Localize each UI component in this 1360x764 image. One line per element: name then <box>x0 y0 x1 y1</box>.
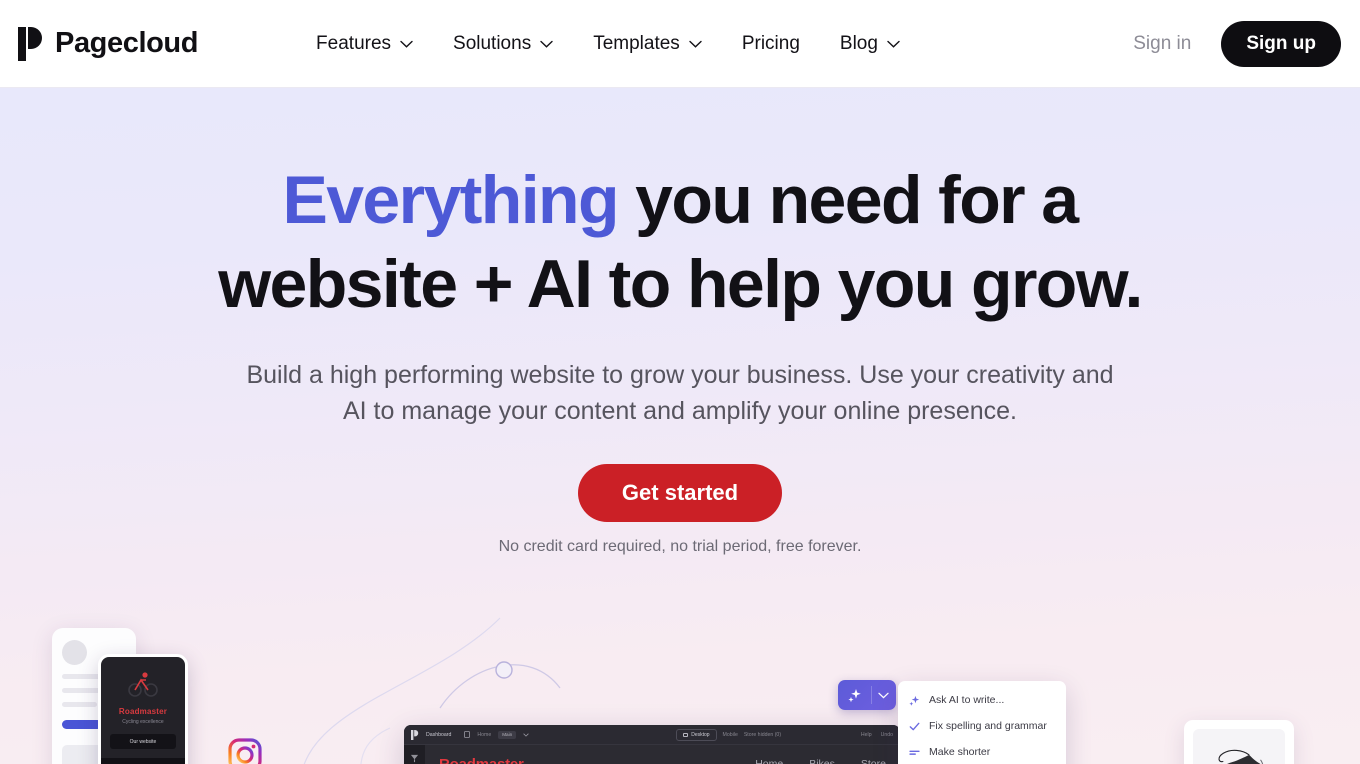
device-desktop-button[interactable]: Desktop <box>676 728 717 741</box>
page-icon <box>464 731 471 738</box>
device-mobile-button[interactable]: Mobile <box>723 732 738 738</box>
ai-menu-item-fix-spelling-and-grammar[interactable]: Fix spelling and grammar <box>898 713 1066 739</box>
ai-actions-dropdown: Ask AI to write... Fix spelling and gram… <box>898 681 1066 764</box>
ai-menu-label: Make shorter <box>929 746 991 758</box>
ai-menu-label: Ask AI to write... <box>929 694 1005 706</box>
primary-nav-links: Features Solutions Templates Pricing Blo… <box>316 33 900 55</box>
ai-menu-item-ask-ai-to-write[interactable]: Ask AI to write... <box>898 687 1066 713</box>
sparkles-icon <box>909 695 920 706</box>
editor-help-button[interactable]: Help <box>861 732 872 738</box>
headline-line1-rest: you need for a <box>617 162 1079 238</box>
device-desktop-label: Desktop <box>691 731 710 738</box>
pages-icon[interactable] <box>410 754 419 763</box>
chevron-down-icon[interactable] <box>523 732 529 737</box>
mock-site-brand: Roadmaster <box>439 755 524 764</box>
phone-tagline: Cycling excellence <box>122 719 164 725</box>
store-status-label: Store hidden (0) <box>743 731 782 738</box>
instagram-icon[interactable] <box>228 738 262 764</box>
placeholder-line <box>62 702 98 707</box>
ai-menu-item-make-shorter[interactable]: Make shorter <box>898 739 1066 764</box>
top-navigation-bar: Pagecloud Features Solutions Templates P… <box>0 0 1360 88</box>
chevron-down-icon <box>540 40 553 48</box>
get-started-button[interactable]: Get started <box>577 463 783 522</box>
sneaker-image-icon <box>1217 749 1263 764</box>
nav-label-pricing: Pricing <box>741 32 800 54</box>
pagecloud-p-logo-icon <box>411 729 419 740</box>
sign-up-button[interactable]: Sign up <box>1221 20 1341 67</box>
nav-item-pricing[interactable]: Pricing <box>742 33 800 55</box>
editor-device-switcher: Desktop Mobile Store hidden (0) <box>676 728 782 741</box>
website-editor-mockup: Dashboard Home Main Desktop Mobile Store… <box>404 725 900 764</box>
editor-toolbar: Dashboard Home Main Desktop Mobile Store… <box>404 725 900 745</box>
hero-copy-block: Everything you need for a website + AI t… <box>0 88 1360 556</box>
chevron-down-icon <box>400 40 413 48</box>
nav-label-templates: Templates <box>593 32 680 54</box>
brand-logo[interactable]: Pagecloud <box>18 26 199 61</box>
nav-item-solutions[interactable]: Solutions <box>453 33 553 55</box>
nav-label-solutions: Solutions <box>453 32 532 54</box>
nav-label-blog: Blog <box>839 32 878 54</box>
headline-line2: website + AI to help you grow. <box>218 246 1143 323</box>
mock-site-navbar: Roadmaster Home Bikes Store <box>425 745 900 764</box>
hero-subheading: Build a high performing website to grow … <box>246 360 1114 425</box>
editor-toolbar-right: Help Undo <box>861 732 893 738</box>
editor-body: Roadmaster Home Bikes Store Add section <box>404 745 900 764</box>
editor-sidebar <box>404 745 425 764</box>
phone-cta-button[interactable]: Our website <box>110 734 176 749</box>
ai-menu-label: Fix spelling and grammar <box>929 720 1047 732</box>
shorter-lines-icon <box>909 750 920 755</box>
pagecloud-p-logo-icon <box>18 26 42 61</box>
page-title: Everything you need for a website + AI t… <box>115 158 1245 327</box>
product-card-mockup <box>1184 720 1294 764</box>
ai-button-divider <box>871 686 872 704</box>
phone-hero-image <box>101 758 185 764</box>
desktop-icon <box>683 732 689 737</box>
device-mobile-label: Mobile <box>722 731 738 738</box>
phone-mockup-front: Roadmaster Cycling excellence Our websit… <box>98 654 188 764</box>
product-image <box>1193 729 1285 764</box>
nav-label-features: Features <box>316 32 392 54</box>
mock-site-link-home[interactable]: Home <box>755 758 783 764</box>
sign-in-link[interactable]: Sign in <box>1133 33 1191 55</box>
ai-assistant-button[interactable] <box>838 680 896 710</box>
nav-item-features[interactable]: Features <box>316 33 413 55</box>
placeholder-button <box>62 720 102 729</box>
mock-site-link-store[interactable]: Store <box>861 758 886 764</box>
editor-page-badge: Main <box>498 730 517 739</box>
editor-undo-button[interactable]: Undo <box>881 732 893 738</box>
sparkles-icon <box>848 689 861 703</box>
chevron-down-icon <box>887 40 900 48</box>
phone-brand-title: Roadmaster <box>118 707 168 716</box>
brand-name: Pagecloud <box>55 27 199 59</box>
chevron-down-icon <box>689 40 702 48</box>
headline-accent-word: Everything <box>282 162 619 238</box>
editor-page-name[interactable]: Home <box>477 732 491 738</box>
mock-site-link-bikes[interactable]: Bikes <box>809 758 835 764</box>
chevron-down-icon[interactable] <box>878 692 889 699</box>
editor-canvas: Roadmaster Home Bikes Store Add section <box>425 745 900 764</box>
hero-section: Everything you need for a website + AI t… <box>0 88 1360 764</box>
cta-disclaimer: No credit card required, no trial period… <box>498 537 862 555</box>
nav-item-blog[interactable]: Blog <box>840 33 900 55</box>
editor-dashboard-label[interactable]: Dashboard <box>426 732 451 738</box>
roadmaster-cyclist-icon <box>128 672 158 697</box>
check-icon <box>909 722 920 730</box>
nav-item-templates[interactable]: Templates <box>593 33 702 55</box>
placeholder-avatar <box>62 640 87 665</box>
nav-account-actions: Sign in Sign up <box>1133 20 1341 67</box>
hero-cta-block: Get started No credit card required, no … <box>0 463 1360 556</box>
mock-site-links: Home Bikes Store <box>755 758 886 764</box>
